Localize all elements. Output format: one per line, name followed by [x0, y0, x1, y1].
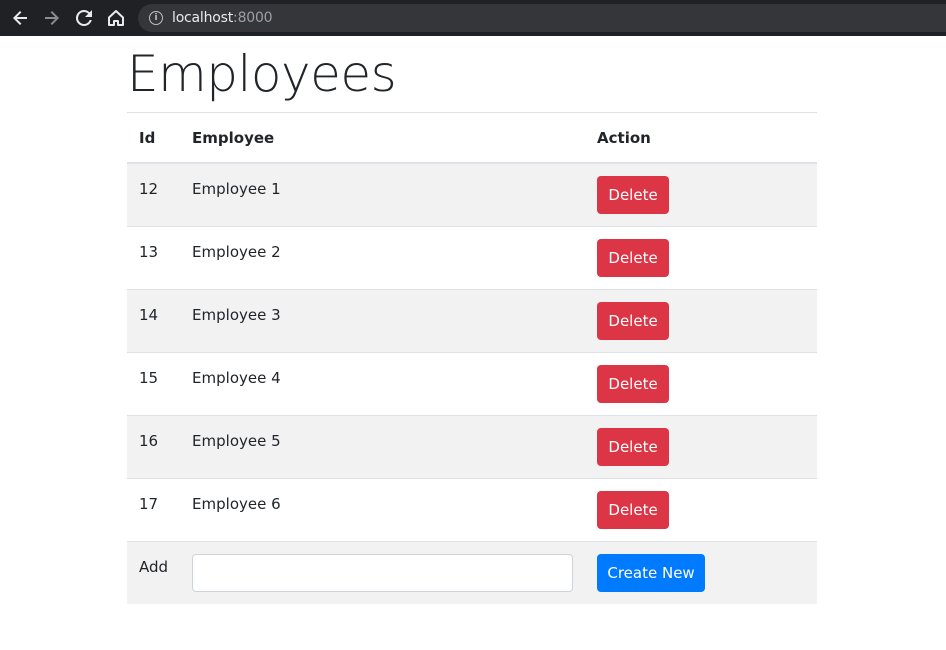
employee-id: 17 [127, 478, 181, 542]
create-new-button[interactable]: Create New [597, 554, 706, 592]
table-row: 17 Employee 6 Delete [127, 478, 817, 542]
employee-name: Employee 3 [180, 289, 586, 353]
employee-name-input[interactable] [192, 554, 574, 592]
url-host: localhost [172, 10, 234, 26]
table-row: 15 Employee 4 Delete [127, 352, 817, 416]
employee-name: Employee 2 [180, 226, 586, 290]
url-text[interactable]: localhost:8000 [172, 10, 273, 26]
employee-id: 14 [127, 289, 181, 353]
employee-id: 12 [127, 162, 181, 227]
delete-button[interactable]: Delete [597, 365, 670, 403]
home-icon[interactable] [104, 0, 128, 36]
employee-name: Employee 1 [180, 162, 586, 227]
header-action: Action [585, 112, 817, 164]
delete-button[interactable]: Delete [597, 302, 670, 340]
delete-button[interactable]: Delete [597, 239, 670, 277]
url-port: :8000 [233, 10, 273, 26]
table-row: 14 Employee 3 Delete [127, 289, 817, 353]
main-container: Employees Id Employee Action 12 Employee… [127, 36, 817, 604]
browser-toolbar: i localhost:8000 [0, 0, 946, 36]
action-cell: Delete [585, 478, 817, 542]
employee-id: 13 [127, 226, 181, 290]
back-arrow-icon[interactable] [8, 0, 32, 36]
add-label: Add [127, 541, 181, 604]
create-cell: Create New [585, 541, 817, 604]
address-bar[interactable]: i localhost:8000 [138, 4, 946, 32]
action-cell: Delete [585, 415, 817, 479]
delete-button[interactable]: Delete [597, 176, 670, 214]
add-input-cell [180, 541, 586, 604]
action-cell: Delete [585, 352, 817, 416]
employee-id: 16 [127, 415, 181, 479]
header-employee: Employee [180, 112, 586, 164]
employee-name: Employee 6 [180, 478, 586, 542]
forward-arrow-icon[interactable] [40, 0, 64, 36]
table-header-row: Id Employee Action [127, 112, 817, 164]
table-row: 12 Employee 1 Delete [127, 162, 817, 227]
page-title: Employees [127, 45, 397, 103]
employee-id: 15 [127, 352, 181, 416]
info-icon[interactable]: i [149, 11, 163, 25]
table-row: 13 Employee 2 Delete [127, 226, 817, 290]
action-cell: Delete [585, 226, 817, 290]
action-cell: Delete [585, 289, 817, 353]
employee-name: Employee 4 [180, 352, 586, 416]
add-row: Add Create New [127, 541, 817, 604]
delete-button[interactable]: Delete [597, 491, 670, 529]
header-id: Id [127, 112, 181, 164]
table-row: 16 Employee 5 Delete [127, 415, 817, 479]
delete-button[interactable]: Delete [597, 428, 670, 466]
employee-name: Employee 5 [180, 415, 586, 479]
reload-icon[interactable] [72, 0, 96, 36]
action-cell: Delete [585, 162, 817, 227]
employees-table: Id Employee Action 12 Employee 1 Delete … [127, 112, 817, 604]
